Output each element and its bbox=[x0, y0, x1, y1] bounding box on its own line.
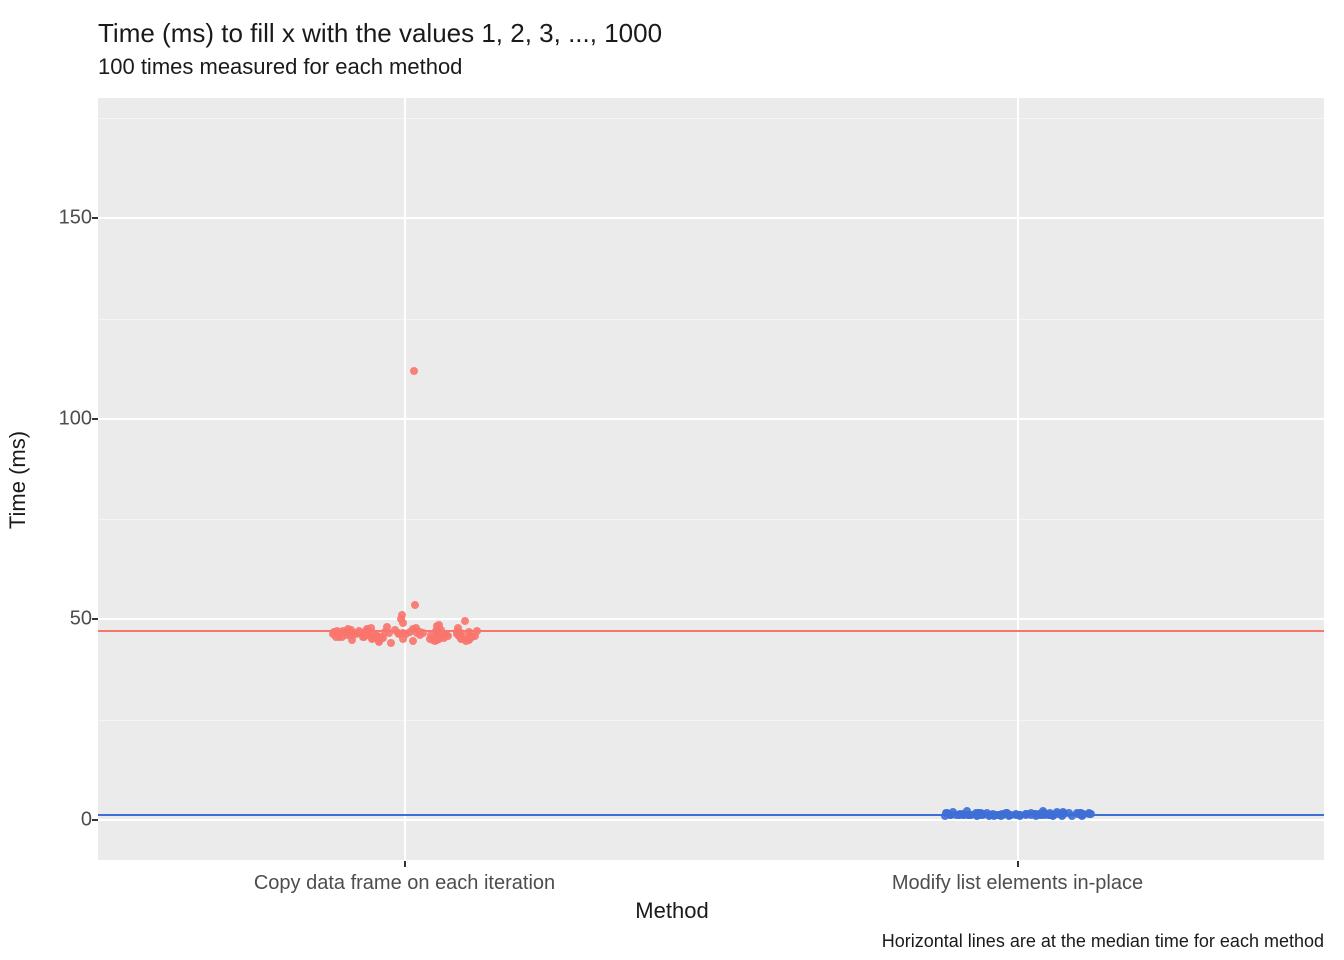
data-point bbox=[1039, 807, 1047, 815]
median-line bbox=[98, 814, 1324, 816]
data-point bbox=[465, 631, 473, 639]
y-tick-label: 0 bbox=[32, 808, 92, 831]
data-point bbox=[975, 811, 983, 819]
data-point bbox=[455, 632, 463, 640]
data-point bbox=[394, 629, 402, 637]
y-tick-label: 150 bbox=[32, 207, 92, 230]
data-point bbox=[1049, 811, 1057, 819]
median-line bbox=[98, 630, 1324, 632]
y-tick-label: 100 bbox=[32, 407, 92, 430]
gridline-h-minor bbox=[98, 319, 1324, 320]
data-point bbox=[1022, 811, 1030, 819]
gridline-h bbox=[98, 418, 1324, 420]
gridline-v bbox=[404, 98, 406, 860]
data-point bbox=[1065, 809, 1073, 817]
data-point bbox=[354, 629, 362, 637]
data-point bbox=[440, 634, 448, 642]
data-point bbox=[995, 811, 1003, 819]
data-point bbox=[329, 630, 337, 638]
y-tick-mark bbox=[92, 418, 98, 420]
gridline-h-minor bbox=[98, 720, 1324, 721]
chart-subtitle: 100 times measured for each method bbox=[98, 54, 462, 80]
data-point bbox=[387, 639, 395, 647]
plot-area bbox=[98, 98, 1324, 860]
y-tick-label: 50 bbox=[32, 608, 92, 631]
data-point bbox=[398, 611, 406, 619]
gridline-h-minor bbox=[98, 519, 1324, 520]
data-point bbox=[409, 637, 417, 645]
data-point bbox=[941, 812, 949, 820]
data-point bbox=[411, 601, 419, 609]
gridline-h bbox=[98, 217, 1324, 219]
chart-title: Time (ms) to fill x with the values 1, 2… bbox=[98, 18, 662, 49]
data-point bbox=[1085, 810, 1093, 818]
y-axis-label: Time (ms) bbox=[5, 431, 31, 529]
data-point bbox=[1074, 810, 1082, 818]
data-point bbox=[432, 627, 440, 635]
y-tick-mark bbox=[92, 819, 98, 821]
gridline-h bbox=[98, 819, 1324, 821]
data-point bbox=[362, 628, 370, 636]
data-point bbox=[372, 633, 380, 641]
y-tick-mark bbox=[92, 217, 98, 219]
x-axis-label: Method bbox=[635, 898, 708, 924]
chart-caption: Horizontal lines are at the median time … bbox=[882, 931, 1324, 952]
data-point bbox=[410, 367, 418, 375]
data-point bbox=[426, 635, 434, 643]
gridline-h bbox=[98, 618, 1324, 620]
x-tick-label: Copy data frame on each iteration bbox=[254, 872, 555, 895]
x-tick-label: Modify list elements in-place bbox=[892, 872, 1143, 895]
data-point bbox=[473, 627, 481, 635]
data-point bbox=[416, 631, 424, 639]
chart-container: Time (ms) to fill x with the values 1, 2… bbox=[0, 0, 1344, 960]
data-point bbox=[383, 623, 391, 631]
x-tick-mark bbox=[404, 861, 406, 867]
x-tick-mark bbox=[1017, 861, 1019, 867]
gridline-h-minor bbox=[98, 118, 1324, 119]
data-point bbox=[960, 811, 968, 819]
gridline-v bbox=[1017, 98, 1019, 860]
data-point bbox=[1012, 810, 1020, 818]
y-tick-mark bbox=[92, 618, 98, 620]
data-point bbox=[461, 617, 469, 625]
